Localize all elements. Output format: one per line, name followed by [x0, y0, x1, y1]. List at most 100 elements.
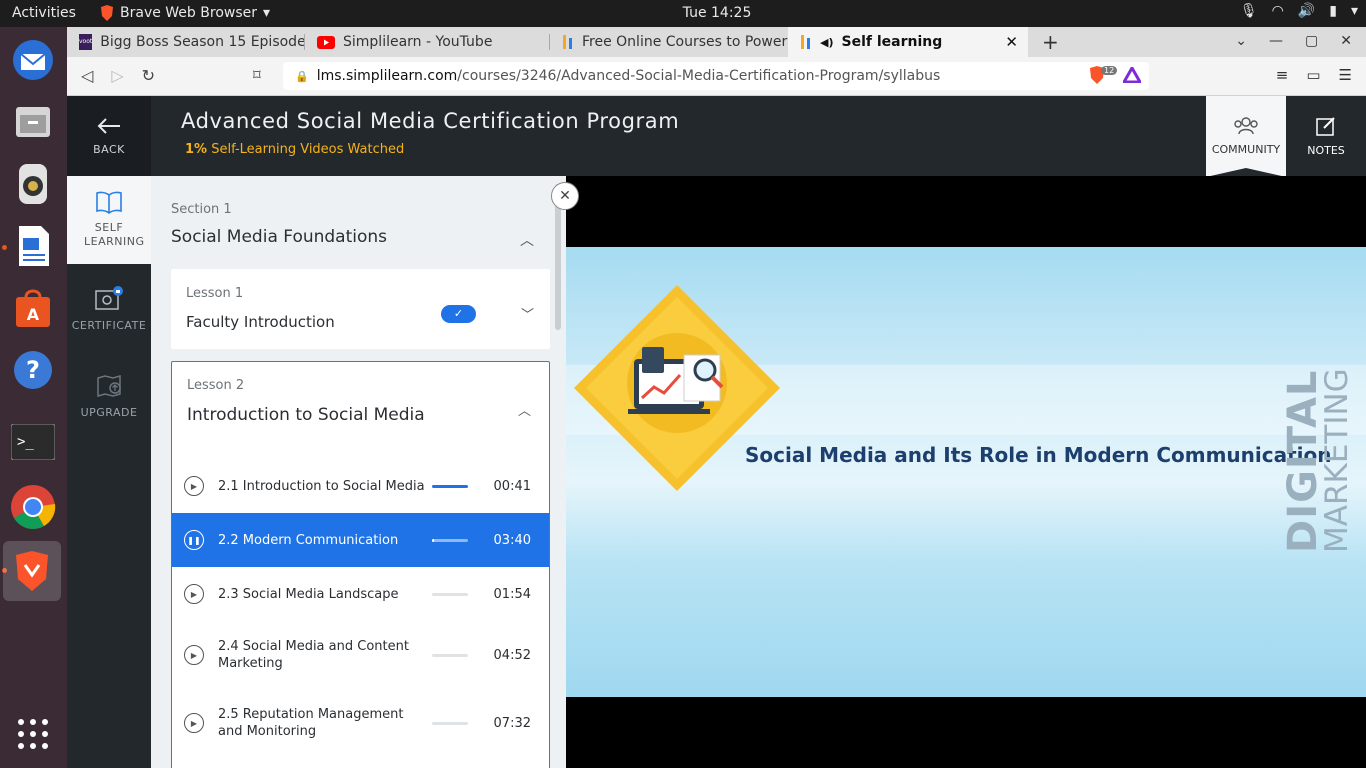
back-arrow-icon — [97, 117, 120, 134]
video-item[interactable]: ▶ 2.1 Introduction to Social Media 00:41 — [172, 459, 549, 513]
close-syllabus-button[interactable]: ✕ — [551, 182, 579, 210]
clock[interactable]: Tue 14:25 — [0, 5, 1366, 21]
video-duration: 03:40 — [493, 532, 531, 548]
play-icon[interactable]: ▶ — [184, 584, 204, 604]
svg-text:>_: >_ — [17, 434, 34, 450]
brave-shield-icon[interactable]: 12 — [1089, 65, 1118, 84]
video-progress-bar — [432, 538, 468, 542]
community-button[interactable]: COMMUNITY — [1206, 96, 1286, 177]
nav-self-learning[interactable]: SELF LEARNING — [67, 176, 151, 264]
menu-icon[interactable]: ☰ — [1339, 66, 1352, 84]
tab-label: Self learning — [841, 34, 943, 50]
simplilearn-icon — [801, 35, 810, 49]
video-title: 2.4 Social Media and Content Marketing — [218, 639, 409, 671]
progress-summary: 1% Self-Learning Videos Watched — [185, 142, 404, 157]
certificate-icon — [95, 285, 123, 310]
play-icon[interactable]: ▶ — [184, 713, 204, 733]
back-button[interactable]: BACK — [67, 96, 151, 176]
video-frame: Social Media and Its Role in Modern Comm… — [566, 247, 1366, 697]
thunderbird-icon[interactable] — [6, 33, 60, 87]
tab-voot[interactable]: voot Bigg Boss Season 15 Episode — [67, 27, 305, 57]
chrome-icon[interactable] — [6, 480, 60, 534]
speaker-app-icon[interactable] — [6, 157, 60, 211]
lesson-title: Faculty Introduction — [186, 313, 335, 331]
speaker-icon[interactable]: ◀) — [820, 36, 834, 49]
syllabus-panel: Section 1 Social Media Foundations ︿ Les… — [151, 176, 566, 768]
url-field[interactable]: 🔒 lms.simplilearn.com/courses/3246/Advan… — [283, 62, 1149, 90]
course-title: Advanced Social Media Certification Prog… — [181, 109, 680, 133]
slide-vertical-word: MARKETING — [1319, 368, 1355, 553]
section-title[interactable]: Social Media Foundations — [171, 227, 387, 247]
volume-icon: 🔊 — [1297, 3, 1316, 19]
video-duration: 07:32 — [493, 715, 531, 731]
microphone-icon: 🎙 — [1239, 3, 1258, 19]
back-arrow-icon[interactable]: ◁ — [81, 66, 93, 85]
lock-icon: 🔒 — [295, 69, 309, 83]
video-item-active[interactable]: ❚❚ 2.2 Modern Communication 03:40 — [172, 513, 549, 567]
minimize-button[interactable]: — — [1269, 33, 1283, 49]
address-bar-row: ◁ ▷ ↻ ⌑ 🔒 lms.simplilearn.com/courses/32… — [67, 57, 1366, 96]
lesson-card[interactable]: Lesson 1 Faculty Introduction ✓ ﹀ — [171, 269, 550, 349]
tab-label: Free Online Courses to Power — [582, 34, 788, 50]
upgrade-icon — [97, 374, 121, 397]
help-icon[interactable]: ? — [6, 343, 60, 397]
software-center-icon[interactable]: A — [6, 281, 60, 335]
lesson-title: Introduction to Social Media — [187, 405, 425, 425]
svg-text:?: ? — [26, 356, 40, 384]
video-progress-bar — [432, 484, 468, 488]
close-window-button[interactable]: ✕ — [1340, 33, 1352, 49]
video-item[interactable]: ▶ 2.5 Reputation Management and Monitori… — [172, 689, 549, 757]
chevron-down-icon[interactable]: ﹀ — [521, 304, 534, 323]
lesson-card-expanded: Lesson 2 Introduction to Social Media ︿ … — [171, 361, 550, 768]
section-label: Section 1 — [171, 202, 232, 217]
video-item[interactable]: ▶ 2.3 Social Media Landscape 01:54 — [172, 567, 549, 621]
community-label: COMMUNITY — [1211, 142, 1281, 156]
nav-upgrade[interactable]: UPGRADE — [67, 364, 151, 428]
system-tray[interactable]: 🎙 ◠ 🔊 ▮ ▾ — [1240, 3, 1358, 19]
video-player[interactable]: Social Media and Its Role in Modern Comm… — [566, 176, 1366, 768]
video-duration: 01:54 — [493, 586, 531, 602]
tab-self-learning[interactable]: ◀) Self learning ✕ — [788, 27, 1028, 57]
course-side-nav: SELF LEARNING CERTIFICATE UPGRADE — [67, 176, 151, 768]
playlist-icon[interactable]: ≡ — [1276, 66, 1289, 84]
completed-check-icon: ✓ — [441, 305, 476, 323]
tab-youtube[interactable]: Simplilearn - YouTube — [305, 27, 550, 57]
nav-label: SELF LEARNING — [84, 221, 145, 248]
nav-certificate[interactable]: CERTIFICATE — [67, 276, 151, 340]
brave-rewards-icon[interactable] — [1123, 67, 1141, 83]
app-grid-icon[interactable] — [6, 707, 60, 761]
brave-dock-icon[interactable] — [3, 541, 61, 601]
tab-bar: voot Bigg Boss Season 15 Episode Simplil… — [67, 27, 1366, 57]
tab-simplilearn[interactable]: Free Online Courses to Power — [550, 27, 788, 57]
progress-value: 1% — [185, 142, 208, 157]
tab-list-icon[interactable]: ⌄ — [1235, 33, 1247, 49]
nav-label: UPGRADE — [80, 405, 138, 419]
writer-icon[interactable] — [6, 219, 60, 273]
window-controls: ⌄ — ▢ ✕ — [1235, 33, 1352, 49]
play-icon[interactable]: ▶ — [184, 476, 204, 496]
shield-count: 12 — [1101, 65, 1118, 75]
tab-label: Simplilearn - YouTube — [343, 34, 493, 50]
bookmark-icon[interactable]: ⌑ — [253, 66, 261, 84]
play-icon[interactable]: ▶ — [184, 645, 204, 665]
close-tab-icon[interactable]: ✕ — [1005, 33, 1018, 51]
files-icon[interactable] — [6, 95, 60, 149]
chevron-up-icon[interactable]: ︿ — [520, 230, 534, 250]
notes-button[interactable]: NOTES — [1286, 96, 1366, 176]
edit-note-icon — [1316, 116, 1335, 136]
pause-icon[interactable]: ❚❚ — [184, 530, 204, 550]
battery-icon: ▮ — [1329, 3, 1337, 19]
forward-arrow-icon[interactable]: ▷ — [111, 66, 123, 85]
chevron-up-icon[interactable]: ︿ — [518, 400, 531, 419]
reload-icon[interactable]: ↻ — [142, 66, 155, 85]
wallet-icon[interactable]: ▭ — [1306, 66, 1320, 84]
youtube-icon — [317, 35, 335, 49]
terminal-icon[interactable]: >_ — [6, 415, 60, 469]
maximize-button[interactable]: ▢ — [1305, 33, 1318, 49]
video-item[interactable]: ▶ 2.4 Social Media and Content Marketing… — [172, 621, 549, 689]
lesson-label: Lesson 1 — [186, 286, 244, 301]
dock: A ? >_ — [0, 27, 67, 768]
simplilearn-icon — [563, 35, 572, 49]
new-tab-button[interactable]: + — [1042, 30, 1059, 54]
voot-icon: voot — [79, 34, 93, 50]
